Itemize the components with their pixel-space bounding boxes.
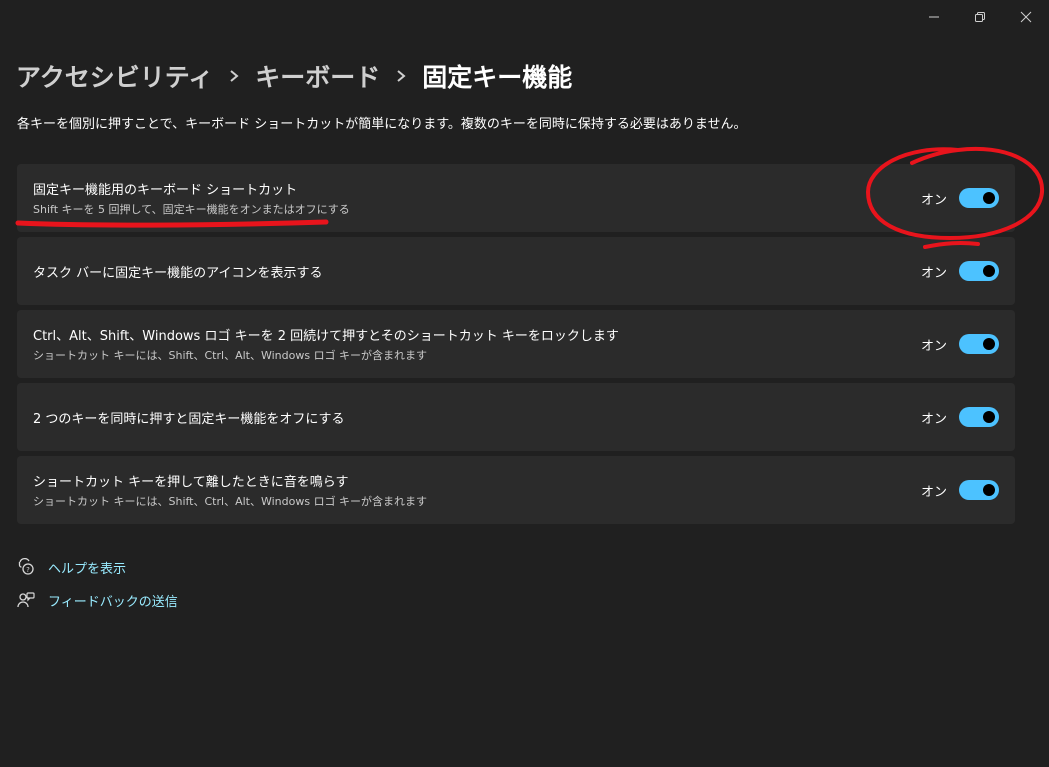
help-chat-icon: ? <box>16 557 36 577</box>
toggle-switch[interactable] <box>959 261 999 281</box>
toggle-state-label: オン <box>920 192 947 208</box>
setting-title: ショートカット キーを押して離したときに音を鳴らす <box>33 475 349 490</box>
toggle-switch[interactable] <box>959 334 999 354</box>
setting-title: 2 つのキーを同時に押すと固定キー機能をオフにする <box>33 411 345 427</box>
restore-button[interactable] <box>957 0 1003 34</box>
breadcrumb-item-keyboard[interactable]: キーボード <box>255 58 380 94</box>
setting-card-taskbar-icon: タスク バーに固定キー機能のアイコンを表示する オン <box>17 237 1015 305</box>
close-icon <box>1020 11 1032 23</box>
toggle-knob <box>983 338 995 350</box>
help-link-label[interactable]: ヘルプを表示 <box>48 558 126 577</box>
setting-title: タスク バーに固定キー機能のアイコンを表示する <box>33 265 323 281</box>
toggle-knob <box>983 411 995 423</box>
help-link[interactable]: ? ヘルプを表示 <box>16 557 126 577</box>
page-title: 固定キー機能 <box>422 63 573 92</box>
feedback-link-label[interactable]: フィードバックの送信 <box>48 591 178 610</box>
page-description: 各キーを個別に押すことで、キーボード ショートカットが簡単になります。複数のキー… <box>17 117 747 132</box>
toggle-state-label: オン <box>920 411 947 427</box>
restore-icon <box>975 12 985 22</box>
window-controls <box>911 0 1049 34</box>
setting-title: 固定キー機能用のキーボード ショートカット <box>33 183 298 198</box>
close-button[interactable] <box>1003 0 1049 34</box>
minimize-button[interactable] <box>911 0 957 34</box>
toggle-state-label: オン <box>920 265 947 281</box>
toggle-switch[interactable] <box>959 407 999 427</box>
svg-text:?: ? <box>26 566 30 574</box>
toggle-state-label: オン <box>920 484 947 500</box>
chevron-right-icon <box>396 69 406 83</box>
toggle-state-label: オン <box>920 338 947 354</box>
feedback-link[interactable]: フィードバックの送信 <box>16 590 178 610</box>
toggle-switch[interactable] <box>959 480 999 500</box>
toggle-knob <box>983 265 995 277</box>
chevron-right-icon <box>229 69 239 83</box>
feedback-icon <box>16 590 36 610</box>
toggle-knob <box>983 484 995 496</box>
toggle-knob <box>983 192 995 204</box>
breadcrumb-item-accessibility[interactable]: アクセシビリティ <box>16 58 213 94</box>
toggle-switch[interactable] <box>959 188 999 208</box>
setting-subtitle: ショートカット キーには、Shift、Ctrl、Alt、Windows ロゴ キ… <box>33 495 428 508</box>
breadcrumb: アクセシビリティ キーボード 固定キー機能 <box>16 56 572 96</box>
setting-title: Ctrl、Alt、Shift、Windows ロゴ キーを 2 回続けて押すとそ… <box>33 329 619 344</box>
setting-card-sticky-keys-shortcut: 固定キー機能用のキーボード ショートカット Shift キーを 5 回押して、固… <box>17 164 1015 232</box>
setting-card-two-keys-off: 2 つのキーを同時に押すと固定キー機能をオフにする オン <box>17 383 1015 451</box>
minimize-icon <box>929 16 939 18</box>
setting-card-lock-shortcut-keys: Ctrl、Alt、Shift、Windows ロゴ キーを 2 回続けて押すとそ… <box>17 310 1015 378</box>
setting-card-play-sound: ショートカット キーを押して離したときに音を鳴らす ショートカット キーには、S… <box>17 456 1015 524</box>
setting-subtitle: Shift キーを 5 回押して、固定キー機能をオンまたはオフにする <box>33 203 350 216</box>
setting-subtitle: ショートカット キーには、Shift、Ctrl、Alt、Windows ロゴ キ… <box>33 349 428 362</box>
